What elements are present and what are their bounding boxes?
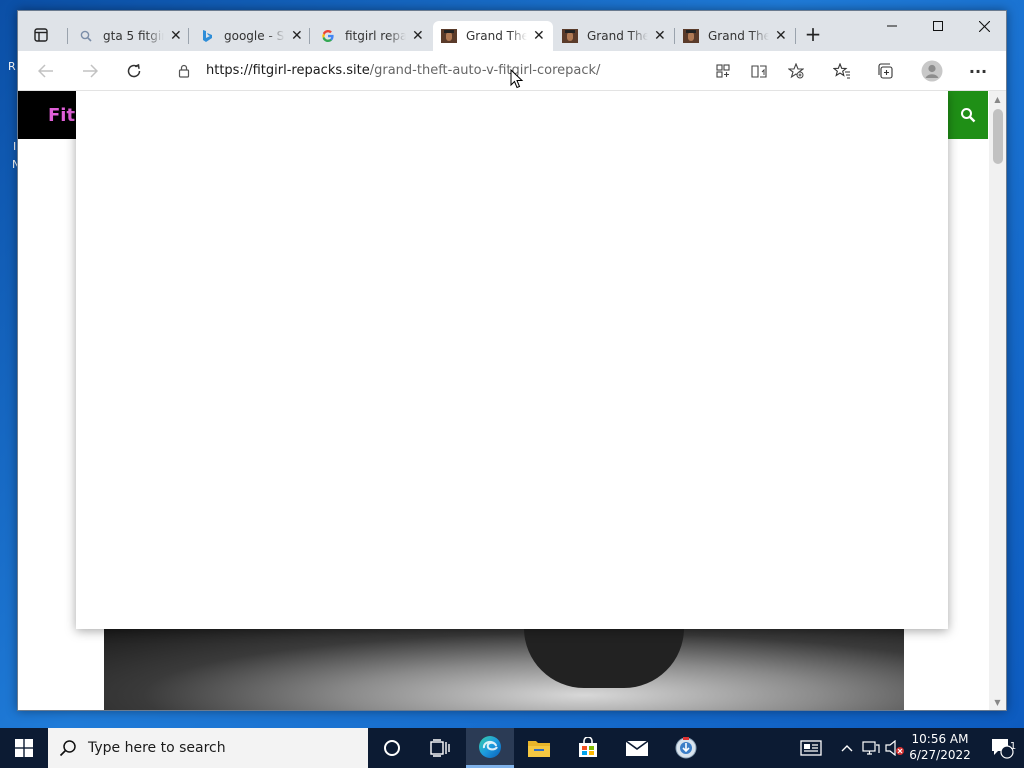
- start-button[interactable]: [0, 728, 48, 768]
- favorites-icon[interactable]: [828, 59, 856, 83]
- gta-thumbnail-icon: [683, 28, 699, 44]
- cortana-icon[interactable]: [368, 728, 416, 768]
- microsoft-store-icon[interactable]: [564, 728, 612, 768]
- edge-browser-taskbar-icon[interactable]: [466, 728, 514, 768]
- tab-close-button[interactable]: ✕: [533, 28, 545, 44]
- apps-available-icon[interactable]: [713, 62, 733, 80]
- action-center-icon[interactable]: 1: [980, 728, 1024, 768]
- installer-app-icon[interactable]: [662, 728, 710, 768]
- page-scrollbar[interactable]: ▲ ▼: [989, 91, 1006, 710]
- address-bar[interactable]: https://fitgirl-repacks.site/grand-theft…: [164, 56, 814, 86]
- browser-window: gta 5 fitgirl ✕ google - Search ✕ fitgir…: [17, 10, 1007, 711]
- collections-icon[interactable]: [872, 59, 900, 83]
- scroll-thumb[interactable]: [993, 109, 1003, 164]
- refresh-button[interactable]: [120, 59, 148, 83]
- hero-figure: [524, 628, 684, 688]
- mouse-cursor-icon: [510, 69, 524, 89]
- maximize-button[interactable]: [915, 11, 961, 41]
- scroll-up-arrow-icon[interactable]: ▲: [989, 93, 1006, 107]
- tab-close-button[interactable]: ✕: [654, 28, 666, 44]
- page-content: FitGirl ▲ ▼: [18, 91, 1006, 710]
- gta-thumbnail-icon: [441, 28, 457, 44]
- tab-close-button[interactable]: ✕: [170, 28, 182, 44]
- tab-close-button[interactable]: ✕: [291, 28, 303, 44]
- close-window-button[interactable]: [961, 11, 1006, 41]
- url-path: /grand-theft-auto-v-fitgirl-corepack/: [369, 63, 601, 78]
- hero-image: [104, 628, 904, 710]
- minimize-button[interactable]: [869, 11, 915, 41]
- search-placeholder: Type here to search: [88, 740, 226, 756]
- immersive-reader-icon[interactable]: [749, 62, 769, 80]
- search-icon: [961, 108, 976, 123]
- task-view-icon[interactable]: [416, 728, 464, 768]
- tab-title: Grand Theft Auto V: [587, 29, 648, 43]
- site-search-button[interactable]: [948, 91, 988, 139]
- windows-logo-icon: [15, 739, 33, 757]
- network-icon[interactable]: [860, 728, 882, 768]
- back-button[interactable]: [32, 59, 60, 83]
- tab-gta5-fitgirl-search[interactable]: gta 5 fitgirl ✕: [70, 21, 190, 51]
- tab-actions-icon[interactable]: [30, 24, 52, 46]
- desktop-icon-label: R: [8, 60, 16, 73]
- tab-google-search[interactable]: google - Search ✕: [191, 21, 311, 51]
- clock-time: 10:56 AM: [911, 732, 969, 746]
- tab-strip: gta 5 fitgirl ✕ google - Search ✕ fitgir…: [18, 11, 1006, 51]
- tab-title: gta 5 fitgirl: [103, 29, 164, 43]
- tab-title: Grand Theft Auto V: [708, 29, 769, 43]
- search-icon: [48, 739, 88, 757]
- tab-close-button[interactable]: ✕: [775, 28, 787, 44]
- tab-title: google - Search: [224, 29, 285, 43]
- mail-icon[interactable]: [613, 728, 661, 768]
- tab-title: fitgirl repacks: [345, 29, 406, 43]
- tab-fitgirl-repacks-search[interactable]: fitgirl repacks ✕: [312, 21, 432, 51]
- show-hidden-icons-chevron-icon[interactable]: [838, 728, 856, 768]
- settings-more-button[interactable]: ···: [964, 59, 992, 83]
- search-icon: [78, 28, 94, 44]
- popup-overlay[interactable]: [76, 91, 948, 629]
- taskbar: Type here to search 10:56 AM 6/27/2022 1: [0, 728, 1024, 768]
- lock-icon[interactable]: [178, 64, 190, 81]
- notification-count: 1: [1009, 741, 1017, 752]
- tab-grand-theft-auto[interactable]: Grand Theft Auto V ✕: [675, 21, 795, 51]
- profile-avatar-icon[interactable]: [918, 59, 946, 83]
- tab-grand-theft-auto-active[interactable]: Grand Theft Auto V ✕: [433, 21, 553, 51]
- tab-close-button[interactable]: ✕: [412, 28, 424, 44]
- forward-button[interactable]: [76, 59, 104, 83]
- tab-grand-theft-auto[interactable]: Grand Theft Auto V ✕: [554, 21, 674, 51]
- url-text[interactable]: https://fitgirl-repacks.site/grand-theft…: [206, 63, 600, 78]
- google-icon: [320, 28, 336, 44]
- bing-icon: [199, 28, 215, 44]
- url-host: https://fitgirl-repacks.site: [206, 63, 370, 78]
- tab-title: Grand Theft Auto V: [466, 29, 527, 43]
- file-explorer-icon[interactable]: [515, 728, 563, 768]
- scroll-down-arrow-icon[interactable]: ▼: [989, 696, 1006, 710]
- new-tab-button[interactable]: +: [803, 24, 823, 45]
- desktop-icon-label: I: [13, 140, 17, 153]
- volume-muted-icon[interactable]: [884, 728, 906, 768]
- clock-date: 6/27/2022: [909, 748, 971, 762]
- add-favorite-icon[interactable]: [786, 62, 806, 80]
- news-widget-icon[interactable]: [796, 728, 826, 768]
- taskbar-search-box[interactable]: Type here to search: [48, 728, 368, 768]
- gta-thumbnail-icon: [562, 28, 578, 44]
- system-clock[interactable]: 10:56 AM 6/27/2022: [906, 731, 974, 765]
